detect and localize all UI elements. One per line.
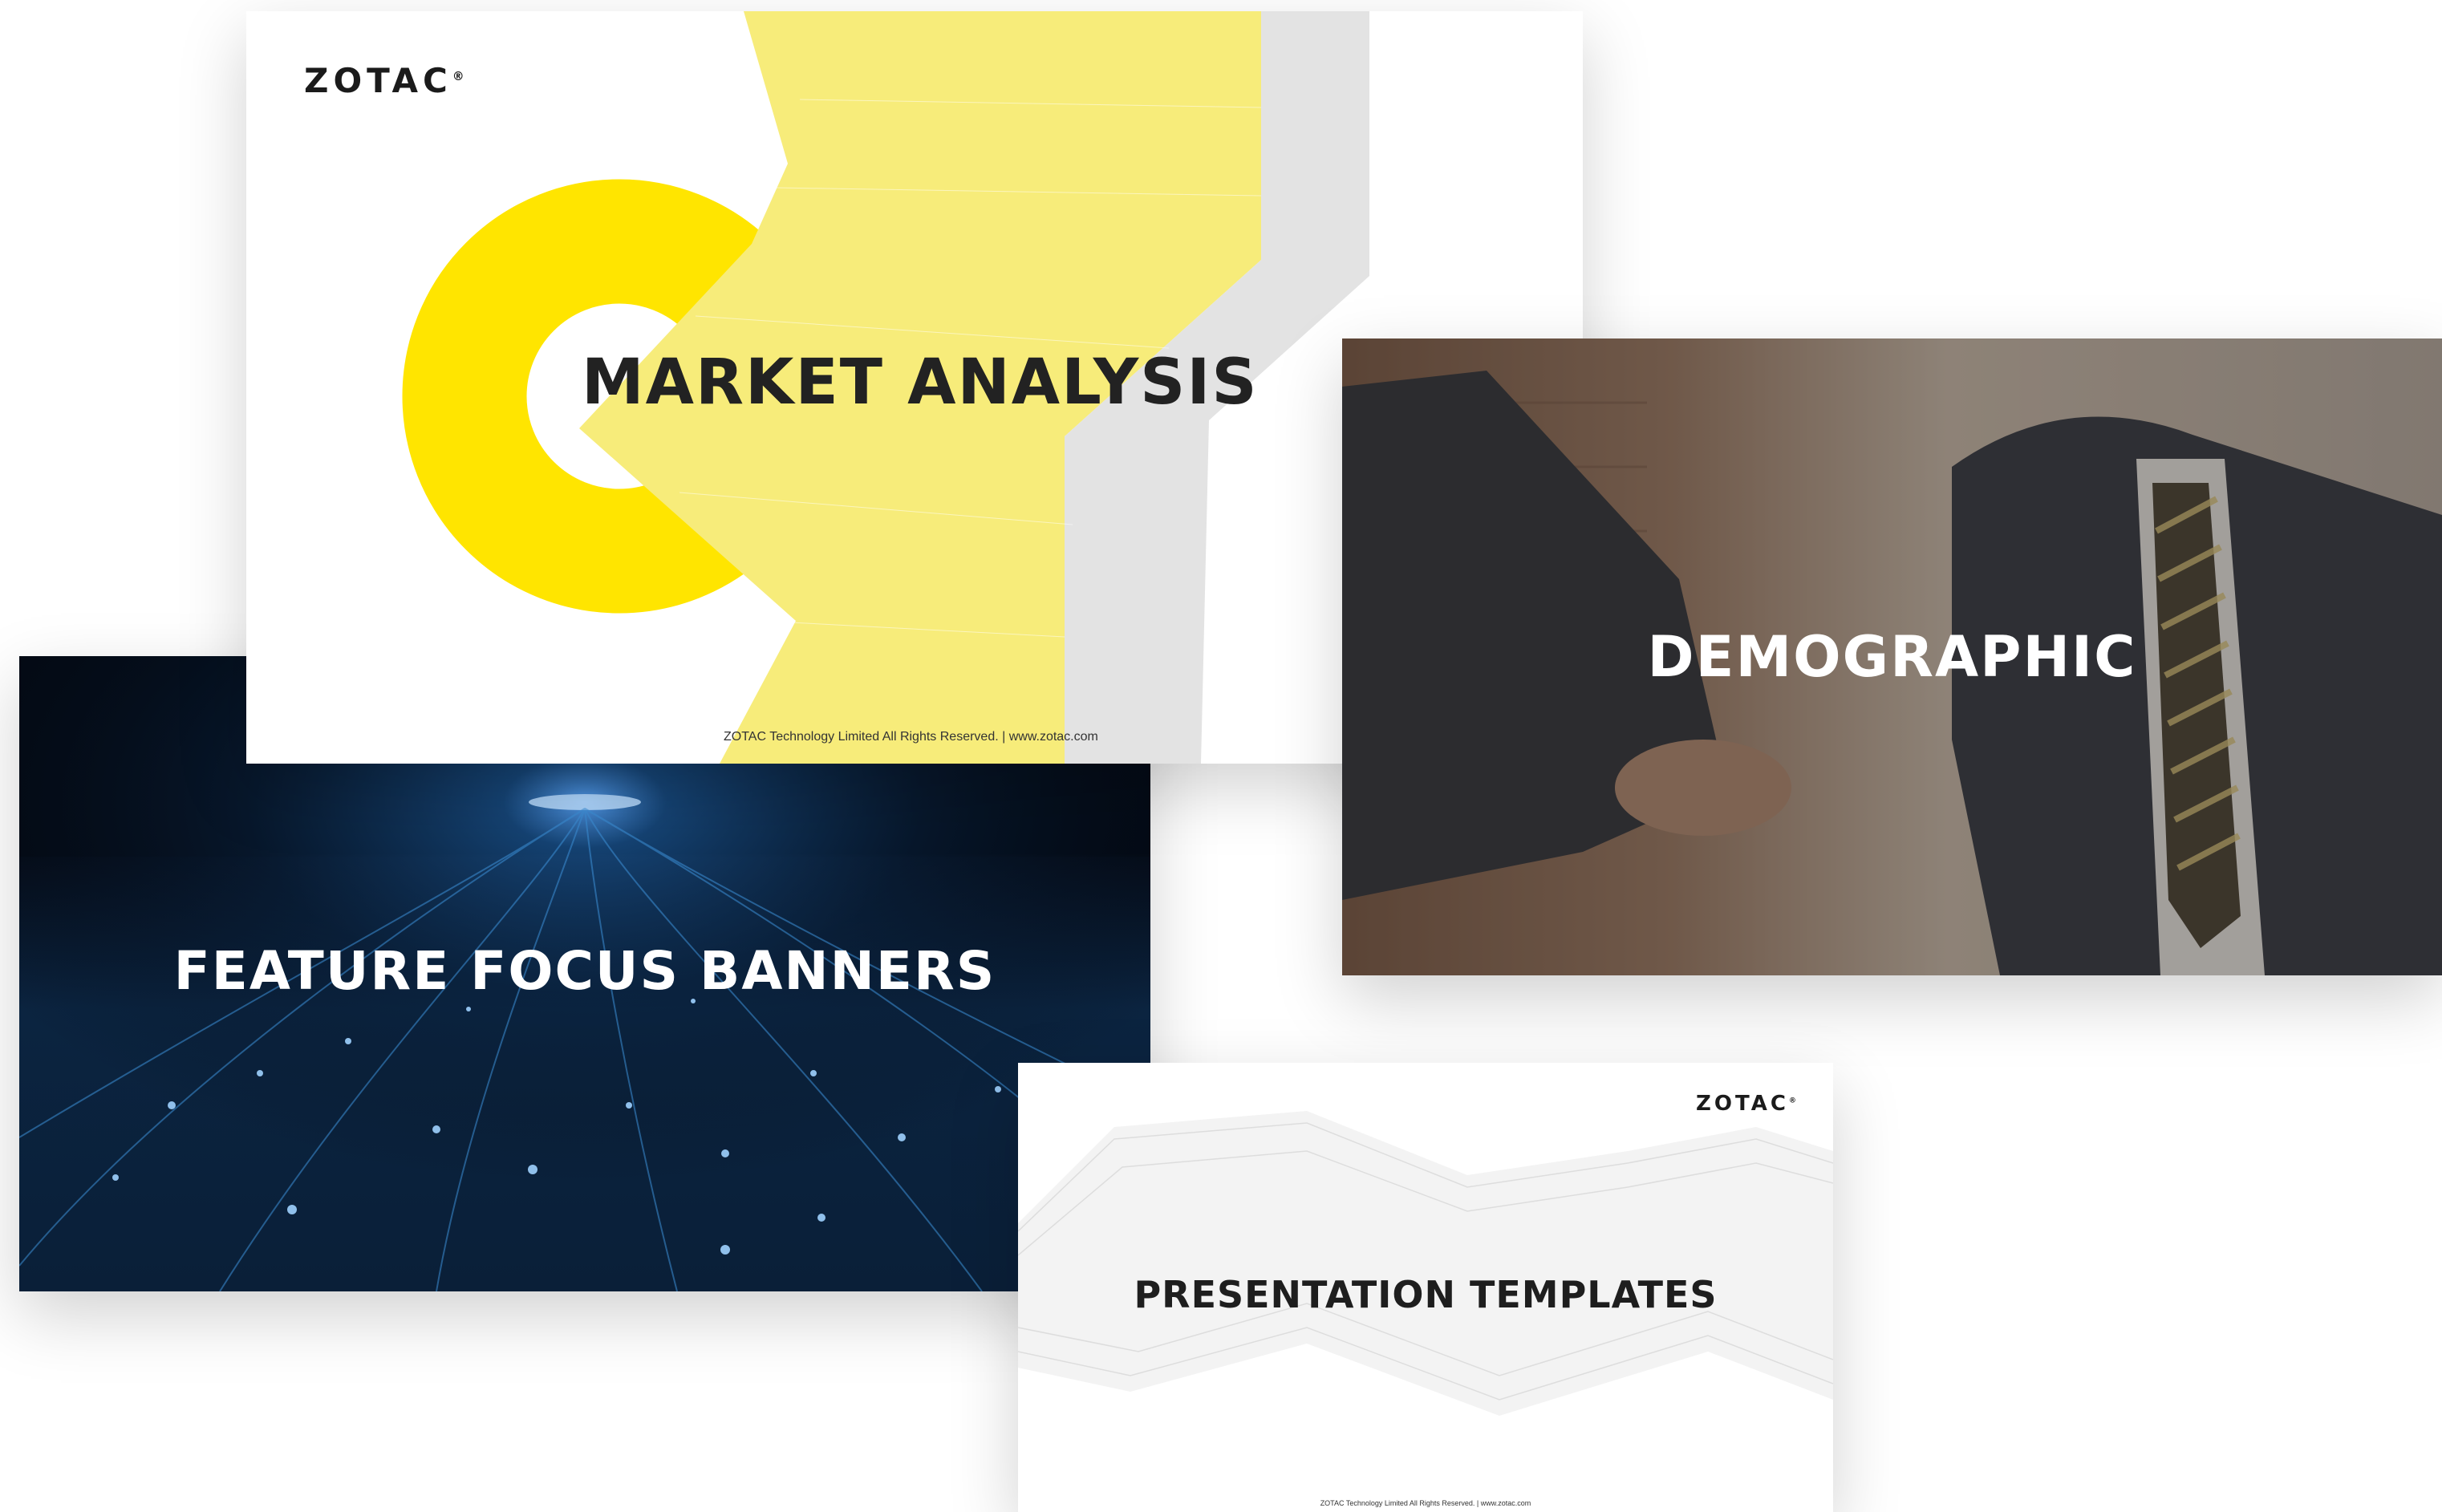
zotac-logo: ZOTAC®: [1696, 1092, 1796, 1116]
feature-focus-banners-title: FEATURE FOCUS BANNERS: [173, 940, 996, 1002]
presentation-templates-title: PRESENTATION TEMPLATES: [1134, 1273, 1718, 1316]
market-analysis-footer: ZOTAC Technology Limited All Rights Rese…: [724, 730, 1098, 744]
demographic-card[interactable]: DEMOGRAPHIC: [1342, 338, 2442, 975]
presentation-templates-footer: ZOTAC Technology Limited All Rights Rese…: [1320, 1499, 1531, 1507]
market-analysis-title: MARKET ANALYSIS: [582, 347, 1259, 419]
zotac-logo: ZOTAC®: [304, 61, 464, 100]
demographic-title: DEMOGRAPHIC: [1647, 624, 2137, 690]
presentation-templates-card[interactable]: ZOTAC® PRESENTATION TEMPLATES ZOTAC Tech…: [1018, 1063, 1833, 1512]
